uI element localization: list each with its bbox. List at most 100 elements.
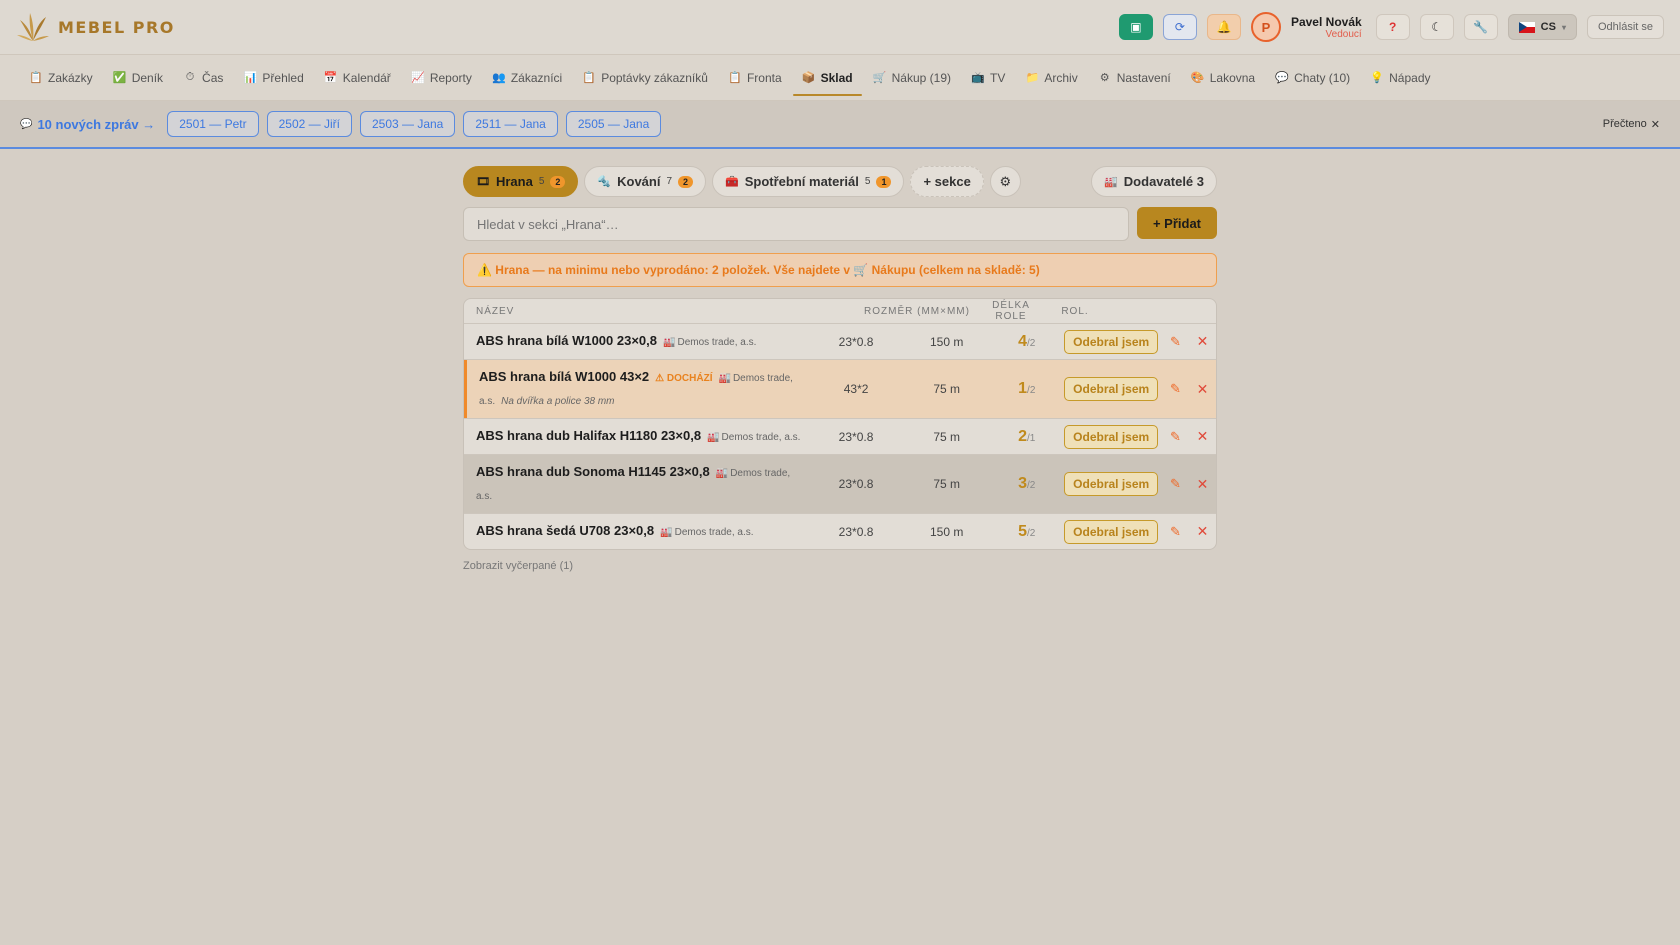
nav-item-archiv[interactable]: 📁 Archiv	[1016, 63, 1086, 93]
brand-logo[interactable]: MEBEL PRO	[16, 10, 175, 44]
tab-hrana[interactable]: 🎞 Hrana 5 2	[463, 166, 579, 197]
factory-icon: 🏭	[663, 337, 676, 348]
nav-item-prehled[interactable]: 📊 Přehled	[234, 63, 312, 93]
factory-icon: 🏭	[1104, 176, 1118, 188]
theme-toggle-button[interactable]: ☾	[1419, 14, 1454, 40]
tab-label: Kování	[617, 174, 661, 189]
notifications-button[interactable]: 🔔	[1206, 14, 1241, 40]
item-size: 23*0.8	[838, 524, 874, 539]
pencil-icon[interactable]: ✎	[1162, 381, 1189, 397]
low-stock-badge: 2	[550, 175, 566, 188]
pencil-icon[interactable]: ✎	[1162, 524, 1189, 540]
logout-button[interactable]: Odhlásit se	[1586, 15, 1664, 39]
status-label: DOCHÁZÍ	[666, 373, 713, 384]
user-role: Vedoucí	[1325, 28, 1362, 40]
leaf-logo-icon	[17, 13, 49, 41]
avatar[interactable]: P	[1250, 12, 1281, 42]
bolt-icon: 🔩	[597, 176, 612, 188]
item-rolls: 3/2	[989, 475, 1064, 493]
calendar-icon: 📅	[323, 72, 338, 84]
nav-item-cas[interactable]: ⏱ Čas	[174, 63, 232, 93]
table-row: ABS hrana šedá U708 23×0,8 🏭 Demos trade, …	[464, 514, 1216, 549]
language-select[interactable]: CS ▾	[1507, 14, 1577, 40]
tab-spotrebni-material[interactable]: 🧰 Spotřební materiál 5 1	[712, 166, 905, 197]
nav-item-poptavky[interactable]: 📋 Poptávky zákazníků	[573, 63, 717, 93]
nav-item-nakup[interactable]: 🛒 Nákup (19)	[864, 63, 960, 93]
messages-bar: 💬 10 nových zpráv → 2501 — Petr 2502 — J…	[0, 101, 1680, 149]
section-settings-button[interactable]: ⚙	[989, 166, 1021, 197]
rolls-min: /1	[1027, 432, 1036, 444]
item-name: ABS hrana dub Halifax H1180 23×0,8	[476, 428, 702, 443]
nav-item-chaty[interactable]: 💬 Chaty (10)	[1266, 63, 1359, 93]
delete-icon[interactable]: ✕	[1189, 523, 1216, 540]
palette-icon: 🎨	[1190, 72, 1205, 84]
factory-icon: 🏭	[715, 468, 729, 479]
message-chip[interactable]: 2511 — Jana	[463, 111, 558, 137]
lightbulb-icon: 💡	[1370, 72, 1384, 84]
pencil-icon[interactable]: ✎	[1162, 476, 1189, 492]
rolls-min: /2	[1027, 480, 1036, 491]
nav-item-lakovna[interactable]: 🎨 Lakovna	[1182, 63, 1264, 93]
pencil-icon[interactable]: ✎	[1162, 334, 1189, 350]
nav-item-tv[interactable]: 📺 TV	[962, 63, 1014, 93]
section-tabs: 🎞 Hrana 5 2 🔩 Kování 7 2 🧰 Spotřební mat…	[463, 166, 1217, 197]
take-item-button[interactable]: Odebral jsem	[1064, 377, 1158, 401]
nav-item-napady[interactable]: 💡 Nápady	[1361, 63, 1439, 93]
tab-kovani[interactable]: 🔩 Kování 7 2	[584, 166, 707, 197]
delete-icon[interactable]: ✕	[1189, 333, 1216, 350]
rolls-min: /2	[1027, 385, 1036, 396]
pencil-icon[interactable]: ✎	[1162, 429, 1189, 445]
message-chip[interactable]: 2505 — Jana	[565, 111, 662, 137]
mark-read-button[interactable]: Přečteno ✕	[1603, 118, 1660, 131]
item-length: 75 m	[933, 477, 961, 491]
chat-icon: 💬	[20, 118, 33, 130]
cart-icon: 🛒	[872, 72, 887, 84]
nav-item-zakaznici[interactable]: 👥 Zákazníci	[483, 63, 571, 93]
show-used-link[interactable]: Zobrazit vyčerpané (1)	[463, 560, 1217, 572]
message-chip[interactable]: 2501 — Petr	[167, 111, 259, 137]
search-input[interactable]	[463, 207, 1129, 241]
tv-icon: 📺	[971, 72, 985, 84]
wrench-icon: 🔧	[1473, 20, 1489, 34]
nav-item-reporty[interactable]: 📈 Reporty	[402, 63, 481, 93]
take-item-button[interactable]: Odebral jsem	[1064, 519, 1158, 544]
suppliers-button[interactable]: 🏭 Dodavatelé 3	[1091, 166, 1217, 197]
nav-label: Nákup (19)	[891, 70, 952, 85]
nav-item-denik[interactable]: ✅ Deník	[104, 63, 172, 93]
take-item-button[interactable]: Odebral jsem	[1064, 424, 1158, 449]
help-button[interactable]: ?	[1375, 14, 1410, 40]
delete-icon[interactable]: ✕	[1189, 428, 1216, 445]
message-chip[interactable]: 2503 — Jana	[359, 111, 456, 137]
add-section-button[interactable]: + sekce	[910, 166, 984, 197]
item-rolls: 1/2	[989, 380, 1064, 398]
nav-item-zakazky[interactable]: 📋 Zakázky	[20, 63, 102, 93]
nav-item-fronta[interactable]: 📋 Fronta	[719, 63, 791, 93]
nav-item-kalendar[interactable]: 📅 Kalendář	[315, 63, 400, 93]
low-stock-badge: 1	[876, 175, 892, 188]
nav-label: TV	[990, 70, 1006, 85]
nav-label: Zakázky	[48, 70, 93, 85]
nav-item-sklad[interactable]: 📦 Sklad	[792, 63, 862, 96]
czech-flag-icon	[1518, 21, 1535, 33]
delete-icon[interactable]: ✕	[1189, 381, 1216, 398]
item-name: ABS hrana šedá U708 23×0,8	[476, 523, 655, 538]
rolls-min: /2	[1027, 337, 1036, 349]
tools-button[interactable]: 🔧	[1463, 14, 1498, 40]
moon-icon: ☾	[1431, 20, 1443, 34]
add-item-button[interactable]: + Přidat	[1137, 207, 1217, 239]
take-item-button[interactable]: Odebral jsem	[1064, 472, 1158, 496]
refresh-button[interactable]: ⟳	[1162, 14, 1197, 40]
take-item-button[interactable]: Odebral jsem	[1064, 329, 1158, 354]
user-info: Pavel Novák Vedoucí	[1291, 15, 1362, 40]
close-icon: ✕	[1650, 118, 1660, 131]
new-messages-link[interactable]: 💬 10 nových zpráv →	[20, 117, 155, 132]
item-length: 150 m	[930, 334, 964, 349]
clipboard-icon: 📋	[29, 72, 43, 84]
message-chip[interactable]: 2502 — Jiří	[266, 111, 352, 137]
low-stock-badge: 2	[678, 175, 694, 188]
delete-icon[interactable]: ✕	[1189, 476, 1216, 493]
checkbox-icon: ✅	[112, 72, 127, 84]
clipboard-icon: 📋	[728, 72, 742, 84]
monitor-button[interactable]: ▣	[1118, 14, 1153, 40]
nav-item-nastaveni[interactable]: ⚙ Nastavení	[1089, 63, 1180, 93]
